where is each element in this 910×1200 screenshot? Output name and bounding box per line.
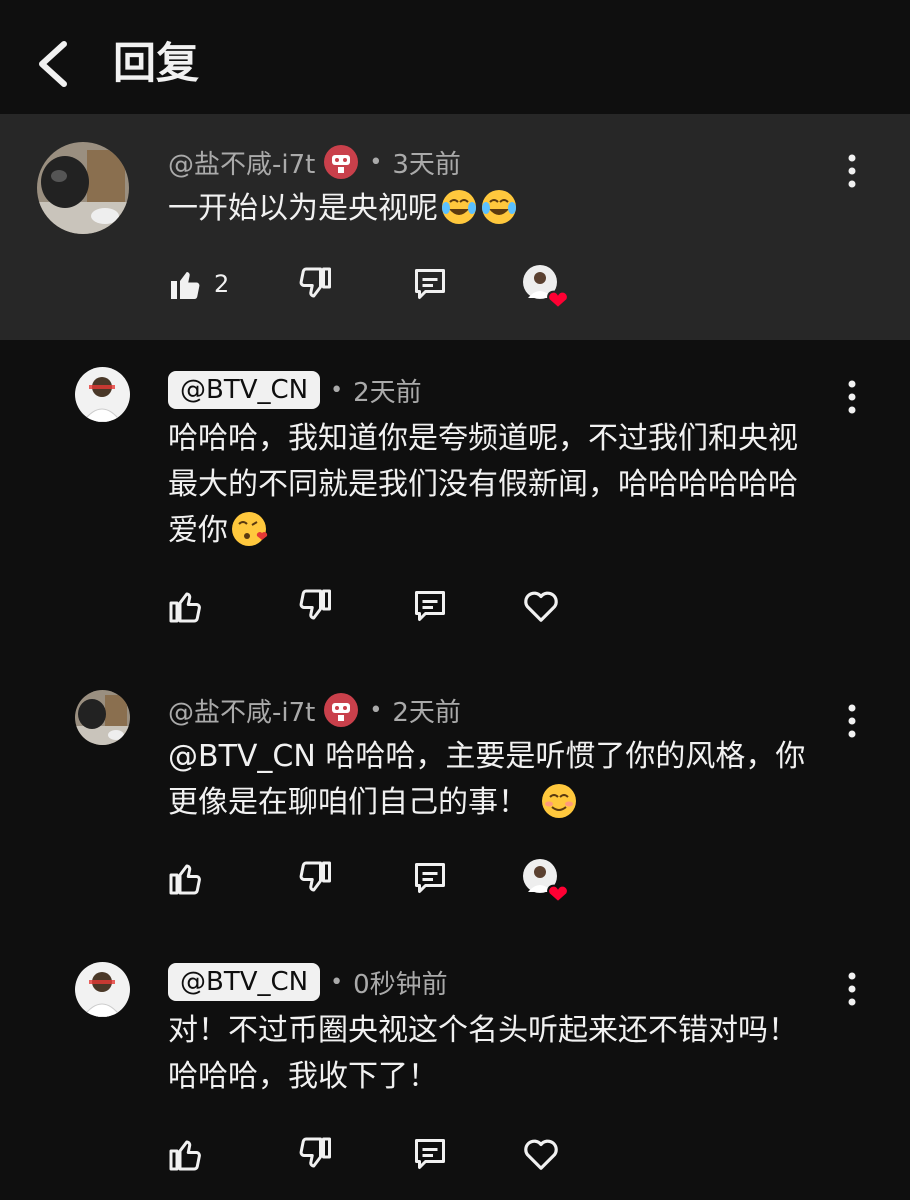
back-button[interactable] — [30, 38, 78, 90]
thumb-down-icon — [299, 861, 331, 892]
reply-icon — [415, 591, 445, 621]
reply-comment: @BTV_CN • 2天前 哈哈哈，我知道你是夸频道呢，不过我们和央视 最大的不… — [0, 340, 910, 670]
thumb-down-icon — [299, 267, 331, 298]
thumb-down-icon — [299, 589, 331, 620]
heart-button[interactable] — [522, 1136, 560, 1172]
tears-of-joy-emoji — [442, 190, 476, 224]
comment-text: 对！不过币圈央视这个名头听起来还不错对吗！ 哈哈哈，我收下了！ — [168, 1008, 798, 1100]
creator-heart-icon — [522, 264, 569, 310]
comment-meta: @盐不咸-i7t • 2天前 — [168, 690, 461, 730]
comment-time: 2天前 — [392, 697, 461, 728]
reply-button[interactable] — [412, 860, 448, 896]
like-button[interactable] — [168, 588, 204, 624]
comment-meta: @BTV_CN • 2天前 — [168, 370, 422, 410]
like-button[interactable] — [168, 1136, 204, 1172]
comment-line: 对！不过币圈央视这个名头听起来还不错对吗！ — [168, 1013, 798, 1048]
creator-heart-icon — [522, 858, 569, 904]
dislike-button[interactable] — [298, 588, 334, 624]
more-vert-icon — [848, 704, 856, 738]
tears-of-joy-emoji — [482, 190, 516, 224]
reply-button[interactable] — [412, 1136, 448, 1172]
avatar[interactable] — [75, 367, 130, 422]
comment-text: 哈哈哈，我知道你是夸频道呢，不过我们和央视 最大的不同就是我们没有假新闻，哈哈哈… — [168, 416, 798, 554]
meta-separator: • — [330, 969, 344, 995]
reply-icon — [415, 1139, 445, 1169]
creator-handle[interactable]: @BTV_CN — [168, 371, 321, 409]
thumb-down-icon — [299, 1137, 331, 1168]
comment-author[interactable]: @盐不咸-i7t — [168, 144, 315, 181]
comment-line: 哈哈哈，我收下了！ — [168, 1059, 438, 1094]
thumb-up-icon — [171, 272, 200, 300]
meta-separator: • — [369, 149, 383, 175]
comment-time: 0秒钟前 — [353, 969, 448, 1000]
more-options-button[interactable] — [842, 378, 862, 418]
like-button[interactable] — [168, 860, 204, 896]
thumb-up-icon — [169, 592, 201, 623]
avatar[interactable] — [75, 962, 130, 1017]
member-badge-icon — [324, 693, 359, 727]
comment-text: @BTV_CN 哈哈哈，主要是听惯了你的风格，你 更像是在聊咱们自己的事！ — [168, 734, 805, 826]
creator-handle[interactable]: @BTV_CN — [168, 963, 321, 1001]
dislike-button[interactable] — [298, 1136, 334, 1172]
thumb-up-icon — [169, 1140, 201, 1171]
like-button[interactable] — [168, 266, 204, 302]
comment-author[interactable]: @盐不咸-i7t — [168, 692, 315, 729]
reply-comment: @盐不咸-i7t • 2天前 @BTV_CN 哈哈哈，主要是听惯了你的风格，你 … — [0, 670, 910, 940]
like-count: 2 — [214, 270, 230, 298]
comment-line: 更像是在聊咱们自己的事！ — [168, 785, 528, 820]
comment-line: 哈哈哈，我知道你是夸频道呢，不过我们和央视 — [168, 421, 798, 456]
more-vert-icon — [848, 972, 856, 1006]
highlighted-comment: @盐不咸-i7t • 3天前 一开始以为是央视呢 2 — [0, 114, 910, 340]
meta-separator: • — [369, 697, 383, 723]
thumb-up-icon — [169, 864, 201, 895]
page-title: 回复 — [113, 39, 199, 89]
comment-meta: @盐不咸-i7t • 3天前 — [168, 142, 461, 182]
comment-meta: @BTV_CN • 0秒钟前 — [168, 962, 448, 1002]
comment-text: 一开始以为是央视呢 — [168, 186, 518, 232]
reply-button[interactable] — [412, 588, 448, 624]
reply-button[interactable] — [412, 266, 448, 302]
dislike-button[interactable] — [298, 860, 334, 896]
more-options-button[interactable] — [842, 702, 862, 742]
member-badge-icon — [324, 145, 359, 179]
more-options-button[interactable] — [842, 970, 862, 1010]
comment-time: 2天前 — [353, 377, 422, 408]
reply-icon — [415, 269, 445, 299]
comment-line: 爱你 — [168, 513, 228, 548]
more-options-button[interactable] — [842, 152, 862, 192]
heart-icon — [524, 591, 558, 622]
dislike-button[interactable] — [298, 266, 334, 302]
heart-icon — [524, 1139, 558, 1170]
comment-text-content: 一开始以为是央视呢 — [168, 191, 438, 226]
back-arrow-icon — [39, 41, 67, 87]
reply-comment: @BTV_CN • 0秒钟前 对！不过币圈央视这个名头听起来还不错对吗！ 哈哈哈… — [0, 940, 910, 1200]
comment-line: @BTV_CN 哈哈哈，主要是听惯了你的风格，你 — [168, 739, 806, 774]
avatar[interactable] — [75, 690, 130, 745]
reply-icon — [415, 863, 445, 893]
comment-line: 最大的不同就是我们没有假新闻，哈哈哈哈哈哈 — [168, 467, 798, 502]
smile-emoji — [541, 784, 576, 818]
app-header: 回复 — [0, 0, 910, 114]
more-vert-icon — [848, 154, 856, 188]
heart-button[interactable] — [522, 588, 560, 624]
more-vert-icon — [848, 380, 856, 414]
meta-separator: • — [330, 377, 344, 403]
avatar[interactable] — [37, 142, 129, 234]
kiss-emoji — [232, 512, 268, 546]
comment-time: 3天前 — [392, 149, 461, 180]
